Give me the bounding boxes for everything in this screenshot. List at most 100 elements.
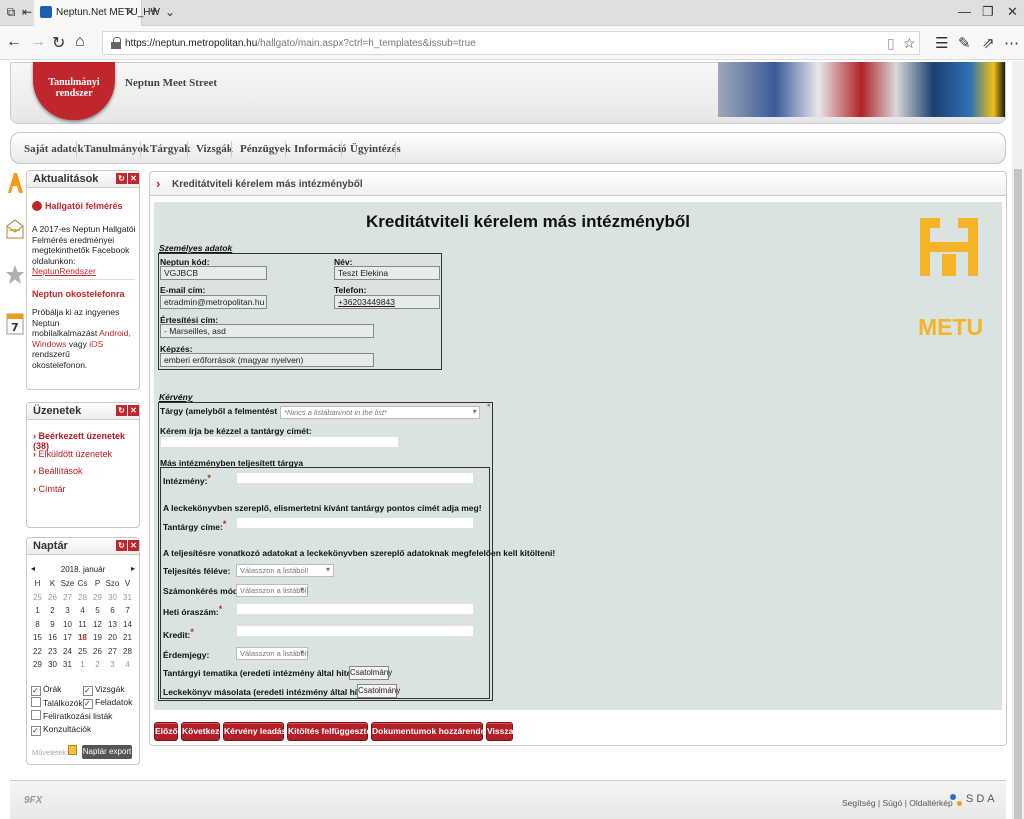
calendar-day[interactable]: 30 bbox=[105, 591, 120, 605]
calendar-day[interactable]: 2 bbox=[45, 604, 60, 618]
calendar-day[interactable]: 28 bbox=[120, 645, 135, 659]
calendar-day[interactable]: 29 bbox=[90, 591, 105, 605]
subject-select[interactable]: *Nincs a listában/not in the list* bbox=[280, 406, 480, 419]
transcript-attach-button[interactable]: Csatolmány bbox=[357, 684, 400, 698]
close-box-icon[interactable]: ✕ bbox=[128, 405, 139, 416]
refresh-box-icon[interactable]: ↻ bbox=[116, 540, 127, 551]
calendar-day[interactable]: 23 bbox=[45, 645, 60, 659]
syllabus-attach-button[interactable]: Csatolmány bbox=[349, 666, 392, 680]
tab-list-icon[interactable]: ⌄ bbox=[162, 4, 178, 20]
weekly-hours-input[interactable] bbox=[236, 603, 474, 615]
directory-link[interactable]: Címtár bbox=[33, 484, 66, 494]
calendar-day[interactable]: 26 bbox=[90, 645, 105, 659]
next-button[interactable]: Következő bbox=[181, 722, 225, 741]
calendar-day[interactable]: 19 bbox=[90, 631, 105, 645]
calendar-day[interactable]: 3 bbox=[60, 604, 75, 618]
calendar-7-icon[interactable]: 7 bbox=[6, 312, 24, 335]
minimize-icon[interactable]: — bbox=[958, 4, 971, 19]
refresh-box-icon[interactable]: ↻ bbox=[116, 173, 127, 184]
calendar-day[interactable]: 24 bbox=[60, 645, 75, 659]
exam-type-select[interactable]: Válasszon a listából! bbox=[236, 584, 308, 597]
calendar-day[interactable]: 14 bbox=[120, 618, 135, 632]
footer-links[interactable]: Segítség | Súgó | Oldaltérkép bbox=[842, 798, 953, 808]
calendar-day[interactable]: 4 bbox=[120, 658, 135, 672]
calendar-day[interactable]: 16 bbox=[45, 631, 60, 645]
semester-select[interactable]: Válasszon a listából! bbox=[236, 564, 334, 577]
browser-tab[interactable]: Neptun.Net METU_HW ✕ bbox=[34, 0, 160, 26]
calendar-day[interactable]: 5 bbox=[90, 604, 105, 618]
calendar-day[interactable]: 28 bbox=[75, 591, 90, 605]
notes-pen-icon[interactable]: ✎ bbox=[958, 34, 971, 52]
calendar-day[interactable]: 9 bbox=[45, 618, 60, 632]
credit-input[interactable] bbox=[236, 625, 474, 637]
calendar-day[interactable]: 18 bbox=[75, 631, 90, 645]
forward-icon[interactable]: → bbox=[30, 33, 46, 51]
more-icon[interactable]: ⋯ bbox=[1004, 34, 1019, 52]
check-vizsgak[interactable]: Vizsgák bbox=[83, 684, 125, 696]
calendar-day[interactable]: 21 bbox=[120, 631, 135, 645]
calendar-day[interactable]: 4 bbox=[75, 604, 90, 618]
calendar-day[interactable]: 10 bbox=[60, 618, 75, 632]
news-item1-title[interactable]: Hallgatói felmérés bbox=[45, 201, 123, 211]
check-orak[interactable]: Órák bbox=[31, 684, 61, 696]
calendar-day[interactable]: 31 bbox=[120, 591, 135, 605]
calendar-day[interactable]: 27 bbox=[60, 591, 75, 605]
window-close-icon[interactable]: ✕ bbox=[1007, 4, 1018, 20]
grade-select[interactable]: Válasszon a listából! bbox=[236, 647, 308, 660]
calendar-day[interactable]: 15 bbox=[30, 631, 45, 645]
favorites-hub-icon[interactable]: ☰ bbox=[935, 34, 948, 52]
institution-input[interactable] bbox=[236, 472, 474, 484]
calendar-day[interactable]: 7 bbox=[120, 604, 135, 618]
calendar-day[interactable]: 17 bbox=[60, 631, 75, 645]
close-box-icon[interactable]: ✕ bbox=[128, 540, 139, 551]
calendar-day[interactable]: 11 bbox=[75, 618, 90, 632]
previous-button[interactable]: Előző bbox=[154, 722, 178, 741]
favorite-star-icon[interactable]: ☆ bbox=[903, 35, 916, 52]
news-item2-title[interactable]: Neptun okostelefonra bbox=[32, 289, 125, 299]
menu-ugyintezes[interactable]: Ügyintézés bbox=[350, 143, 401, 155]
scroll-thumb[interactable] bbox=[1014, 169, 1022, 819]
menu-sajat-adatok[interactable]: Saját adatok bbox=[24, 143, 84, 155]
calendar-day[interactable]: 31 bbox=[60, 658, 75, 672]
back-button[interactable]: Vissza bbox=[486, 722, 513, 741]
reading-view-icon[interactable]: ▯ bbox=[887, 35, 895, 52]
close-tab-icon[interactable]: ✕ bbox=[125, 5, 135, 19]
calendar-day[interactable]: 12 bbox=[90, 618, 105, 632]
facebook-link[interactable]: NeptunRendszer bbox=[32, 266, 96, 276]
calendar-day[interactable]: 8 bbox=[30, 618, 45, 632]
next-month-icon[interactable]: ▸ bbox=[131, 564, 135, 573]
calendar-day[interactable]: 30 bbox=[45, 658, 60, 672]
scrollbar[interactable] bbox=[1012, 61, 1024, 819]
calendar-day[interactable]: 25 bbox=[30, 591, 45, 605]
calendar-day[interactable]: 2 bbox=[90, 658, 105, 672]
calendar-day[interactable]: 27 bbox=[105, 645, 120, 659]
calendar-day[interactable]: 3 bbox=[105, 658, 120, 672]
envelope-icon[interactable] bbox=[6, 218, 24, 240]
tab-aside-icon[interactable]: ⇤ bbox=[19, 4, 35, 20]
check-konzultaciok[interactable]: Konzultációk bbox=[31, 724, 91, 736]
subject-name-input[interactable] bbox=[160, 436, 399, 448]
menu-informacio[interactable]: Információ bbox=[294, 143, 347, 155]
sent-link[interactable]: Elküldött üzenetek bbox=[33, 449, 113, 459]
settings-link[interactable]: Beállítások bbox=[33, 466, 83, 476]
calendar-day[interactable]: 20 bbox=[105, 631, 120, 645]
suspend-filling-button[interactable]: Kitöltés felfüggesztése bbox=[287, 722, 381, 741]
address-bar[interactable]: https://neptun.metropolitan.hu/hallgato/… bbox=[102, 31, 920, 55]
back-icon[interactable]: ← bbox=[6, 33, 22, 51]
calendar-day[interactable]: 26 bbox=[45, 591, 60, 605]
calendar-day[interactable]: 1 bbox=[30, 604, 45, 618]
check-feladatok[interactable]: Feladatok bbox=[83, 697, 132, 709]
menu-penzugyek[interactable]: Pénzügyek bbox=[240, 143, 291, 155]
check-talalkozok[interactable]: Találkozók bbox=[31, 697, 83, 708]
calendar-day[interactable]: 13 bbox=[105, 618, 120, 632]
course-title-input[interactable] bbox=[236, 517, 474, 529]
operations-icon[interactable] bbox=[68, 745, 77, 755]
menu-vizsgak[interactable]: Vizsgák bbox=[196, 143, 233, 155]
close-box-icon[interactable]: ✕ bbox=[128, 173, 139, 184]
calendar-day[interactable]: 25 bbox=[75, 645, 90, 659]
home-icon[interactable]: ⌂ bbox=[75, 33, 85, 51]
favorites-star-icon[interactable] bbox=[6, 264, 24, 286]
assign-documents-button[interactable]: Dokumentumok hozzárendelése bbox=[371, 722, 502, 741]
calendar-export-button[interactable]: Naptár export bbox=[82, 745, 132, 759]
restore-icon[interactable]: ❐ bbox=[982, 4, 994, 20]
